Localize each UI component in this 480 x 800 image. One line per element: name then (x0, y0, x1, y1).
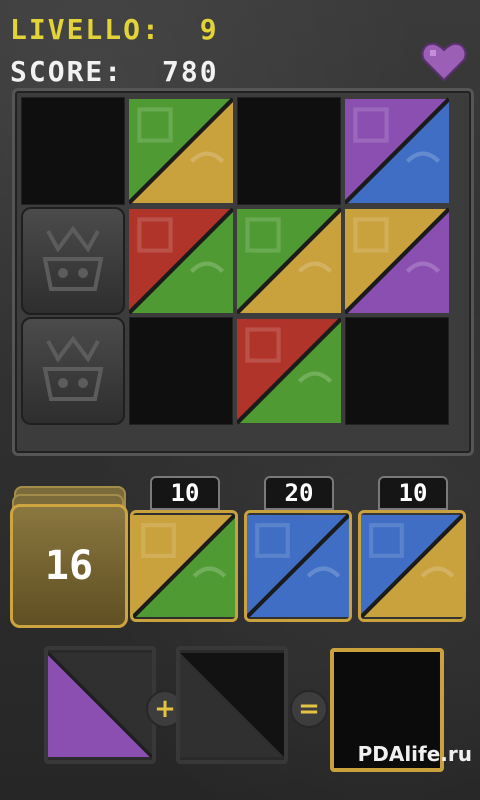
combine-slot-2[interactable] (176, 646, 288, 764)
tile-graphic (129, 97, 233, 205)
tile-graphic (237, 207, 341, 315)
game-board (12, 88, 474, 456)
board-cell-tile[interactable] (129, 97, 233, 205)
board-cell-empty[interactable] (345, 317, 449, 425)
board-cell-empty[interactable] (237, 97, 341, 205)
board-cell-empty[interactable] (129, 317, 233, 425)
board-cell-stone[interactable] (21, 207, 125, 315)
combine-slot-1-tile (48, 651, 152, 759)
tile-graphic (129, 207, 233, 315)
level-display: LIVELLO: 9 (10, 14, 219, 46)
board-cell-empty[interactable] (21, 97, 125, 205)
hand-tile-points: 10 (378, 476, 448, 510)
stone-face-icon (42, 335, 104, 401)
hand-tile-1[interactable]: 10 (130, 472, 238, 622)
board-cell-stone[interactable] (21, 317, 125, 425)
hand-tile-points: 20 (264, 476, 334, 510)
score-value: 780 (162, 55, 219, 88)
stone-face-icon (42, 225, 104, 291)
hand-tile-points: 10 (150, 476, 220, 510)
score-label: SCORE: (10, 55, 124, 88)
hand-tile-3[interactable]: 10 (358, 472, 466, 622)
combine-area: + = PDAlife.ru (0, 628, 480, 800)
board-cell-tile[interactable] (129, 207, 233, 315)
tile-graphic (237, 317, 341, 425)
hand-tile-2[interactable]: 20 (244, 472, 352, 622)
board-cell-tile[interactable] (345, 207, 449, 315)
board-cell-tile[interactable] (345, 97, 449, 205)
equals-icon: = (290, 690, 328, 728)
level-label: LIVELLO: (10, 13, 161, 46)
heart-icon[interactable] (420, 42, 468, 82)
watermark-text: PDAlife.ru (357, 742, 472, 766)
combine-slot-1[interactable] (44, 646, 156, 764)
board-cell-tile[interactable] (237, 317, 341, 425)
hand-tile-graphic[interactable] (244, 510, 352, 622)
tile-deck[interactable]: 16 (8, 486, 128, 628)
tile-graphic (345, 97, 449, 205)
hand-tile-graphic[interactable] (358, 510, 466, 622)
deck-counter: 16 (10, 504, 128, 628)
score-display: SCORE: 780 (10, 56, 219, 88)
level-value: 9 (199, 13, 219, 46)
combine-slot-2-tile (180, 653, 284, 757)
board-cell-tile[interactable] (237, 207, 341, 315)
hand-tile-graphic[interactable] (130, 510, 238, 622)
tile-graphic (345, 207, 449, 315)
